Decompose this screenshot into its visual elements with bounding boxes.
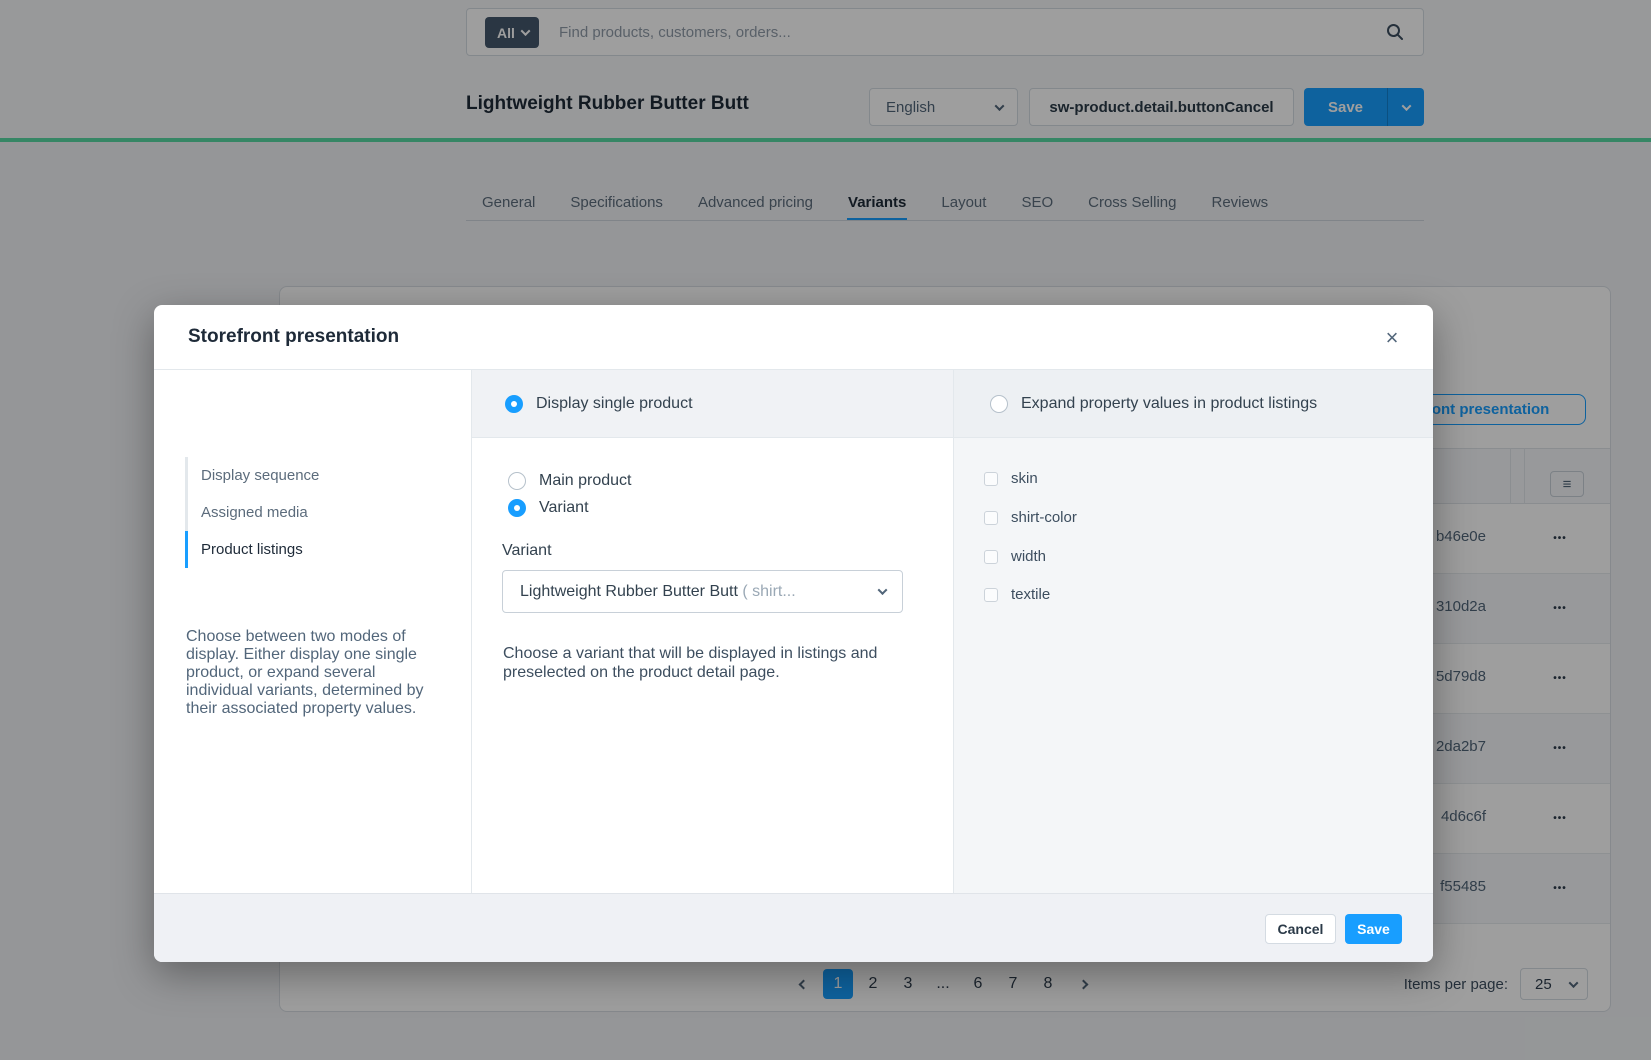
variant-select[interactable]: Lightweight Rubber Butter Butt ( shirt..…	[502, 570, 903, 613]
modal-cancel-button[interactable]: Cancel	[1265, 914, 1336, 944]
variant-radio-label: Variant	[539, 499, 589, 517]
radio-selected-icon	[505, 395, 523, 413]
modal-header: Storefront presentation ×	[154, 305, 1433, 370]
checkbox-unchecked-icon	[984, 511, 998, 525]
app-window: All Lightweight Rubber Butter Butt Engli…	[0, 0, 1651, 1060]
property-label: skin	[1011, 470, 1038, 487]
expand-property-values-radio[interactable]: Expand property values in product listin…	[990, 395, 1317, 413]
single-product-mode-body: Main product Variant Variant Lightweight…	[472, 438, 953, 893]
property-checkbox-width[interactable]: width	[984, 548, 1046, 565]
chevron-down-icon	[878, 585, 888, 595]
sidebar-item-product-listings[interactable]: Product listings	[185, 531, 440, 568]
property-label: shirt-color	[1011, 509, 1077, 526]
modal-save-button[interactable]: Save	[1345, 914, 1402, 944]
property-checkbox-textile[interactable]: textile	[984, 586, 1050, 603]
variant-select-value: Lightweight Rubber Butter Butt	[520, 583, 738, 600]
expand-mode-body: skin shirt-color width textile	[953, 438, 1433, 893]
radio-unselected-icon	[990, 395, 1008, 413]
radio-selected-icon	[508, 499, 526, 517]
checkbox-unchecked-icon	[984, 472, 998, 486]
variant-select-value-muted: ( shirt...	[742, 583, 795, 600]
checkbox-unchecked-icon	[984, 588, 998, 602]
variant-help-text: Choose a variant that will be displayed …	[503, 644, 895, 682]
sidebar-item-display-sequence[interactable]: Display sequence	[185, 457, 440, 494]
expand-property-values-label: Expand property values in product listin…	[1021, 395, 1317, 413]
sidebar-item-assigned-media[interactable]: Assigned media	[185, 494, 440, 531]
storefront-presentation-modal: Storefront presentation × Display sequen…	[154, 305, 1433, 962]
radio-unselected-icon	[508, 472, 526, 490]
property-label: textile	[1011, 586, 1050, 603]
modal-sidebar: Display sequence Assigned media Product …	[154, 370, 472, 893]
display-single-product-label: Display single product	[536, 395, 693, 413]
main-product-radio[interactable]: Main product	[508, 472, 632, 490]
main-product-label: Main product	[539, 472, 632, 490]
variant-radio[interactable]: Variant	[508, 499, 589, 517]
expand-mode-header: Expand property values in product listin…	[953, 370, 1433, 438]
property-checkbox-skin[interactable]: skin	[984, 470, 1038, 487]
single-product-mode-header: Display single product	[472, 370, 953, 438]
sidebar-description: Choose between two modes of display. Eit…	[186, 628, 434, 718]
close-icon[interactable]: ×	[1377, 323, 1407, 353]
checkbox-unchecked-icon	[984, 550, 998, 564]
property-label: width	[1011, 548, 1046, 565]
property-checkbox-shirt-color[interactable]: shirt-color	[984, 509, 1077, 526]
modal-title: Storefront presentation	[188, 326, 399, 348]
variant-field-label: Variant	[502, 542, 552, 560]
display-single-product-radio[interactable]: Display single product	[505, 395, 693, 413]
modal-footer: Cancel Save	[154, 893, 1433, 962]
